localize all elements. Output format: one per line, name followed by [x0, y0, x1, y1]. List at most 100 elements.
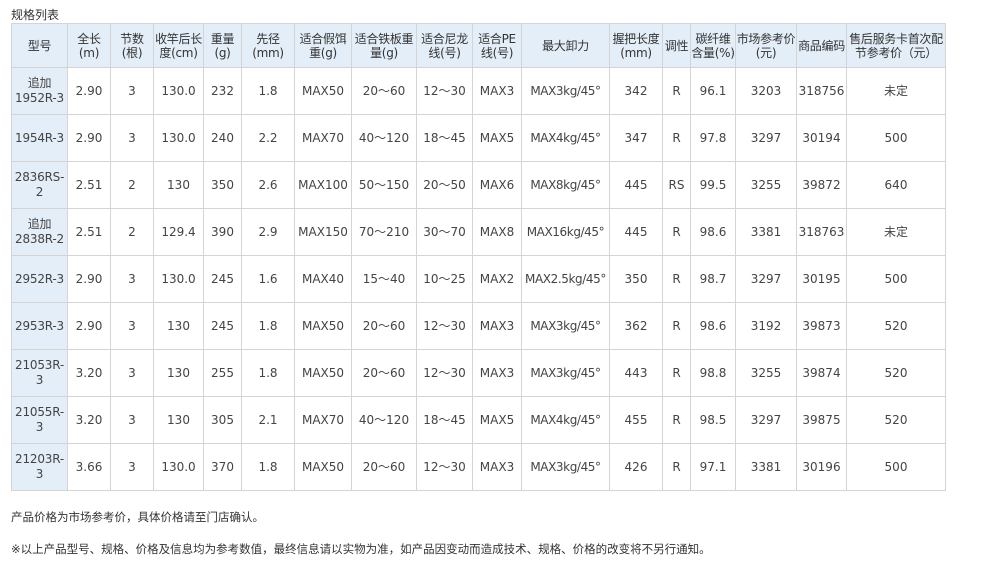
table-cell: 39872: [796, 161, 847, 209]
table-cell: 2: [110, 208, 154, 256]
table-cell: 255: [203, 349, 242, 397]
table-cell: 20～60: [351, 349, 417, 397]
table-cell: MAX40: [294, 255, 352, 303]
table-row: 追加1952R-3 2.90 3 130.0 232 1.8 MAX50 20～60 12～30…: [11, 67, 946, 115]
column-header: 适合铁板重量(g): [351, 23, 417, 68]
table-cell: 3381: [735, 443, 797, 491]
table-cell: MAX5: [472, 114, 522, 162]
table-cell: 20～60: [351, 302, 417, 350]
table-cell: RS: [662, 161, 691, 209]
table-cell: 10～25: [416, 255, 473, 303]
table-cell: 39874: [796, 349, 847, 397]
disclaimer-note: ※以上产品型号、规格、价格及信息均为参考数值，最终信息请以实物为准，如产品因变动…: [11, 542, 711, 556]
table-cell: 3: [110, 396, 154, 444]
table-cell: 98.6: [690, 302, 736, 350]
spec-table: 型号 全长(m) 节数(根) 收竿后长度(cm) 重量(g) 先径(mm) 适合假饵重(g)…: [11, 23, 946, 491]
model-cell: 追加1952R-3: [11, 67, 68, 115]
table-cell: 232: [203, 67, 242, 115]
table-cell: 39875: [796, 396, 847, 444]
table-cell: 98.8: [690, 349, 736, 397]
table-cell: 3381: [735, 208, 797, 256]
price-note: 产品价格为市场参考价，具体价格请至门店确认。: [11, 510, 264, 524]
table-cell: 129.4: [153, 208, 204, 256]
column-header: 全长(m): [67, 23, 111, 68]
table-cell: 20～60: [351, 443, 417, 491]
table-cell: 443: [609, 349, 663, 397]
table-cell: 98.5: [690, 396, 736, 444]
table-cell: 30195: [796, 255, 847, 303]
table-cell: R: [662, 255, 691, 303]
table-cell: 39873: [796, 302, 847, 350]
table-cell: 70～210: [351, 208, 417, 256]
table-cell: 640: [846, 161, 946, 209]
table-cell: 1.6: [241, 255, 295, 303]
table-cell: MAX3kg/45°: [521, 302, 610, 350]
table-cell: R: [662, 443, 691, 491]
table-row: 1954R-3 2.90 3 130.0 240 2.2 MAX70 40～120 18～45 M…: [11, 114, 946, 162]
table-cell: R: [662, 396, 691, 444]
table-cell: 3297: [735, 396, 797, 444]
table-cell: 3297: [735, 255, 797, 303]
model-cell: 1954R-3: [11, 114, 68, 162]
table-cell: 99.5: [690, 161, 736, 209]
model-cell: 2953R-3: [11, 302, 68, 350]
table-cell: 30196: [796, 443, 847, 491]
table-cell: MAX70: [294, 396, 352, 444]
table-cell: R: [662, 349, 691, 397]
table-cell: 305: [203, 396, 242, 444]
table-cell: 1.8: [241, 349, 295, 397]
table-cell: 2.6: [241, 161, 295, 209]
table-cell: 130: [153, 349, 204, 397]
table-cell: 2.2: [241, 114, 295, 162]
table-cell: MAX8: [472, 208, 522, 256]
table-cell: 2.9: [241, 208, 295, 256]
table-cell: 97.1: [690, 443, 736, 491]
table-cell: 3297: [735, 114, 797, 162]
model-cell: 21055R-3: [11, 396, 68, 444]
column-header: 售后服务卡首次配节参考价（元）: [846, 23, 946, 68]
table-cell: R: [662, 67, 691, 115]
table-cell: 1.8: [241, 302, 295, 350]
table-cell: MAX5: [472, 396, 522, 444]
spec-list-title: 规格列表: [11, 8, 60, 22]
column-header: 适合PE线(号): [472, 23, 522, 68]
table-cell: 3255: [735, 161, 797, 209]
table-cell: 390: [203, 208, 242, 256]
table-cell: 15～40: [351, 255, 417, 303]
column-header: 商品编码: [796, 23, 847, 68]
table-cell: 20～50: [416, 161, 473, 209]
column-header: 重量(g): [203, 23, 242, 68]
table-cell: 1.8: [241, 443, 295, 491]
table-cell: 245: [203, 302, 242, 350]
table-row: 21203R-3 3.66 3 130.0 370 1.8 MAX50 20～60 12～30 M…: [11, 443, 946, 491]
column-header: 握把长度(mm): [609, 23, 663, 68]
table-cell: 12～30: [416, 349, 473, 397]
table-cell: MAX6: [472, 161, 522, 209]
table-cell: 370: [203, 443, 242, 491]
table-cell: 98.6: [690, 208, 736, 256]
model-cell: 2836RS-2: [11, 161, 68, 209]
table-cell: 12～30: [416, 443, 473, 491]
table-cell: 3.20: [67, 396, 111, 444]
column-header: 适合尼龙线(号): [416, 23, 473, 68]
table-cell: 245: [203, 255, 242, 303]
column-header: 适合假饵重(g): [294, 23, 352, 68]
table-cell: 3255: [735, 349, 797, 397]
table-cell: 3203: [735, 67, 797, 115]
table-cell: MAX3: [472, 349, 522, 397]
table-cell: 318763: [796, 208, 847, 256]
table-cell: R: [662, 208, 691, 256]
table-cell: 96.1: [690, 67, 736, 115]
table-cell: 347: [609, 114, 663, 162]
column-header: 型号: [11, 23, 68, 68]
table-cell: 3: [110, 255, 154, 303]
table-cell: 2.90: [67, 114, 111, 162]
table-cell: 3.20: [67, 349, 111, 397]
table-cell: 40～120: [351, 114, 417, 162]
table-cell: 3: [110, 302, 154, 350]
table-cell: 240: [203, 114, 242, 162]
table-cell: 130.0: [153, 255, 204, 303]
table-cell: 2: [110, 161, 154, 209]
table-body: 追加1952R-3 2.90 3 130.0 232 1.8 MAX50 20～60 12～30…: [11, 67, 946, 491]
table-cell: 500: [846, 443, 946, 491]
